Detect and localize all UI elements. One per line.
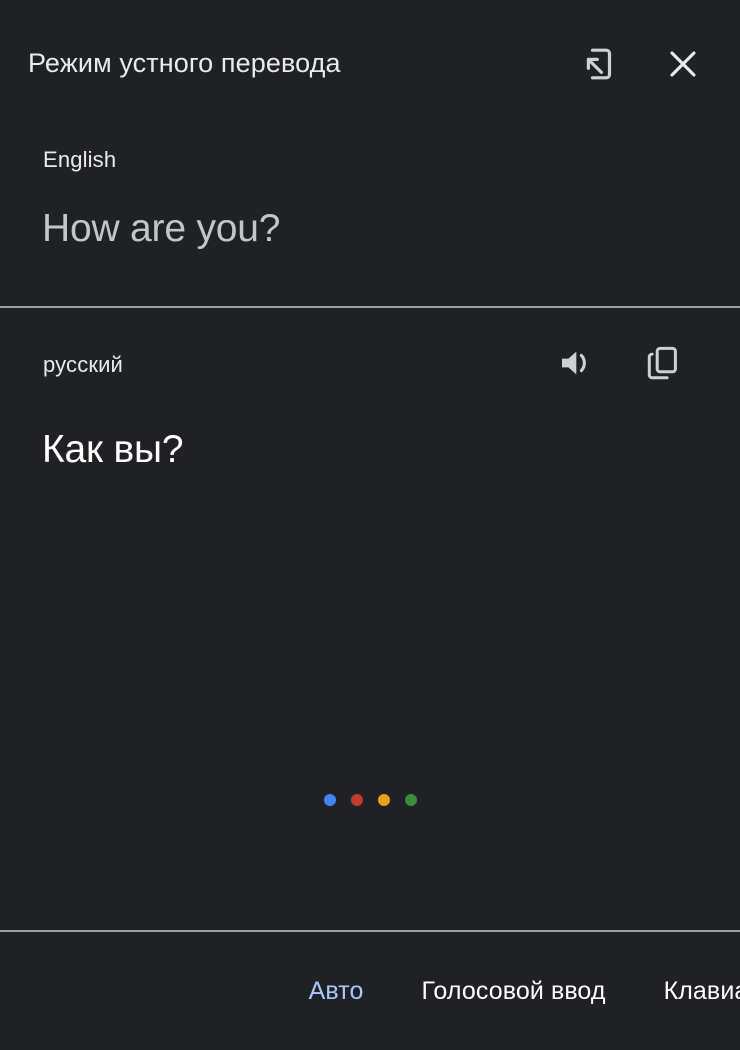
target-pane[interactable]: русский Как вы? [0, 308, 740, 930]
send-to-phone-icon [583, 47, 615, 81]
send-to-phone-button[interactable] [576, 41, 622, 87]
bottom-item-keyboard[interactable]: Клавиатура [662, 973, 740, 1010]
source-text: How are you? [42, 207, 281, 250]
target-language-label: русский [43, 352, 123, 377]
speaker-button[interactable] [553, 340, 599, 386]
bottom-item-voice-input[interactable]: Голосовой ввод [419, 973, 607, 1010]
bottom-item-auto[interactable]: Авто [307, 973, 366, 1010]
bottom-bar: Авто Голосовой ввод Клавиатура [0, 932, 740, 1050]
close-button[interactable] [660, 41, 706, 87]
speaker-icon [559, 348, 593, 378]
listening-indicator [0, 794, 740, 806]
close-icon [667, 48, 699, 80]
target-text: Как вы? [42, 428, 184, 471]
dot-yellow [377, 794, 390, 806]
copy-icon [646, 346, 678, 380]
dot-blue [323, 794, 336, 806]
dot-green [404, 794, 417, 806]
source-language-label: English [43, 147, 117, 172]
target-actions [553, 340, 700, 386]
source-pane[interactable]: English How are you? [0, 127, 740, 306]
dot-red [350, 794, 363, 806]
header-actions [576, 41, 716, 87]
copy-button[interactable] [639, 340, 685, 386]
header-bar: Режим устного перевода [0, 0, 740, 127]
page-title: Режим устного перевода [28, 48, 341, 78]
target-header-row: русский [40, 346, 700, 386]
